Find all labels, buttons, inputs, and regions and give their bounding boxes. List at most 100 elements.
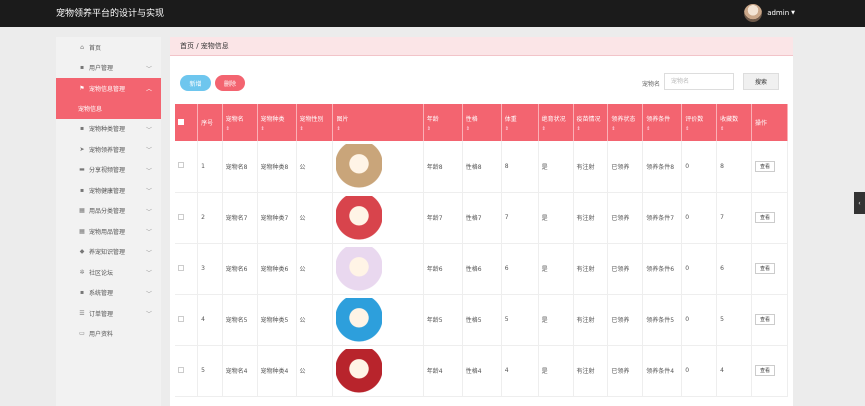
delete-button[interactable]: 删除 (215, 75, 245, 91)
sort-icon[interactable]: ⇕ (466, 126, 498, 132)
sort-icon[interactable]: ⇕ (542, 126, 570, 132)
card-icon: ▭ (79, 330, 85, 338)
cell-rev: 0 (681, 141, 718, 193)
sidebar-subitem[interactable]: 宠物信息 (56, 98, 161, 119)
pet-photo (336, 246, 383, 291)
sidebar-item[interactable]: ➤ 宠物领养管理 ﹀ (56, 139, 161, 160)
sidebar-item[interactable]: ▪ 宠物健康管理 ﹀ (56, 180, 161, 201)
chevron-down-icon[interactable]: ﹀ (146, 309, 152, 318)
cell-vaccine: 有注射 (573, 141, 609, 193)
column-header[interactable]: 性格 ⇕ (462, 104, 502, 141)
cell-age: 年龄6 (423, 243, 463, 295)
sidebar-item-label: 首页 (89, 44, 102, 52)
sidebar-item[interactable]: ▪ 用户管理 ﹀ (56, 58, 161, 79)
app-title: 宠物领养平台的设计与实现 (56, 9, 165, 19)
column-header[interactable]: 疫苗情况 ⇕ (573, 104, 609, 141)
sidebar-item[interactable]: ▪ 系统管理 ﹀ (56, 283, 161, 304)
sidebar-item[interactable]: ◆ 养宠知识管理 ﹀ (56, 242, 161, 263)
view-button[interactable]: 查看 (754, 365, 775, 376)
avatar[interactable] (744, 4, 763, 22)
cell-status: 已领养 (607, 345, 644, 397)
sidebar-item[interactable]: ▪ 宠物种类管理 ﹀ (56, 119, 161, 140)
sort-icon[interactable]: ⇕ (427, 126, 459, 132)
grid-icon: ▦ (79, 227, 85, 235)
chevron-down-icon[interactable]: ﹀ (146, 268, 152, 277)
sidebar-item[interactable]: ▦ 宠物用品管理 ﹀ (56, 221, 161, 242)
view-button[interactable]: 查看 (754, 263, 775, 274)
sort-icon[interactable]: ⇕ (226, 126, 254, 132)
chevron-up-icon[interactable]: ︿ (146, 84, 152, 93)
sort-icon[interactable]: ⇕ (261, 126, 293, 132)
chevron-down-icon[interactable]: ﹀ (146, 64, 152, 73)
cell-vaccine: 有注射 (573, 192, 609, 244)
sort-icon[interactable]: ⇕ (611, 126, 639, 132)
row-checkbox[interactable] (178, 213, 184, 220)
sidebar-item-label: 养宠知识管理 (89, 249, 126, 257)
sort-icon[interactable]: ⇕ (505, 126, 535, 132)
column-header[interactable]: 宠物名 ⇕ (222, 104, 258, 141)
row-checkbox[interactable] (178, 162, 184, 169)
sort-icon[interactable]: ⇕ (646, 126, 678, 132)
column-header: 操作 (751, 104, 789, 141)
user-menu[interactable]: admin ▼ (744, 4, 795, 22)
add-button[interactable]: 新增 (180, 75, 211, 91)
cell-neuter: 是 (538, 141, 574, 193)
sidebar-item-label: 系统管理 (89, 290, 114, 298)
sort-icon[interactable]: ⇕ (577, 126, 605, 132)
chevron-down-icon[interactable]: ﹀ (146, 207, 152, 216)
row-checkbox[interactable] (178, 315, 184, 322)
cell-type: 宠物种类8 (257, 141, 297, 193)
action-cell: 查看 (751, 141, 789, 193)
sort-icon[interactable]: ⇕ (300, 126, 330, 132)
view-button[interactable]: 查看 (754, 212, 775, 223)
column-header[interactable]: 体重 ⇕ (501, 104, 539, 141)
sidebar-item[interactable]: ▦ 用品分类管理 ﹀ (56, 201, 161, 222)
gear-icon: ✲ (79, 268, 85, 276)
image-cell (332, 192, 424, 244)
row-checkbox[interactable] (178, 366, 184, 373)
search-button[interactable]: 搜索 (743, 73, 779, 90)
cell-age: 年龄5 (423, 294, 463, 346)
chevron-down-icon[interactable]: ﹀ (146, 145, 152, 154)
sidebar-item[interactable]: ▭ 用户资料 (56, 324, 161, 345)
chevron-down-icon[interactable]: ﹀ (146, 166, 152, 175)
cell-neuter: 是 (538, 192, 574, 244)
sidebar-item[interactable]: ⌂ 首页 (56, 37, 161, 58)
column-header[interactable]: 领养条件 ⇕ (642, 104, 683, 141)
chevron-down-icon[interactable]: ﹀ (146, 125, 152, 134)
sort-icon[interactable]: ⇕ (685, 126, 713, 132)
sort-icon[interactable]: ⇕ (720, 126, 748, 132)
chevron-down-icon[interactable]: ﹀ (146, 227, 152, 236)
column-header[interactable]: 领养状态 ⇕ (607, 104, 644, 141)
column-header[interactable]: 年龄 ⇕ (423, 104, 463, 141)
row-checkbox[interactable] (178, 264, 184, 271)
cell-gender: 公 (296, 192, 334, 244)
sidebar-item[interactable]: ⚑ 宠物信息管理 ︿ (56, 78, 161, 99)
sidebar-item[interactable]: ▬ 分享视频管理 ﹀ (56, 160, 161, 181)
chevron-down-icon[interactable]: ﹀ (146, 289, 152, 298)
view-button[interactable]: 查看 (754, 160, 775, 172)
column-header[interactable]: 宠物性别 ⇕ (296, 104, 334, 141)
search-input[interactable] (664, 73, 734, 90)
sort-icon[interactable]: ⇕ (336, 126, 419, 132)
cell-rev: 0 (681, 243, 718, 295)
action-cell: 查看 (751, 243, 789, 295)
view-button[interactable]: 查看 (754, 314, 775, 325)
caret-down-icon[interactable]: ▼ (791, 10, 795, 16)
sidebar-item[interactable]: ✲ 社区论坛 ﹀ (56, 262, 161, 283)
side-toggle-handle[interactable]: ‹ (854, 192, 865, 214)
chevron-down-icon[interactable]: ﹀ (146, 248, 152, 257)
column-header[interactable]: 宠物种类 ⇕ (257, 104, 297, 141)
column-header[interactable]: 图片 ⇕ (332, 104, 424, 141)
cell-cond: 领养条件4 (642, 345, 683, 397)
select-all-checkbox[interactable] (178, 118, 184, 125)
cell-rev: 0 (681, 345, 718, 397)
chevron-down-icon[interactable]: ﹀ (146, 186, 152, 195)
column-header[interactable]: 收藏数 ⇕ (716, 104, 752, 141)
pet-photo (336, 144, 383, 189)
username[interactable]: admin (767, 9, 789, 17)
column-header-label: 性格 (465, 115, 478, 123)
column-header[interactable]: 评价数 ⇕ (681, 104, 718, 141)
sidebar-item[interactable]: ☰ 订单管理 ﹀ (56, 303, 161, 324)
column-header[interactable]: 绝育状况 ⇕ (538, 104, 574, 141)
